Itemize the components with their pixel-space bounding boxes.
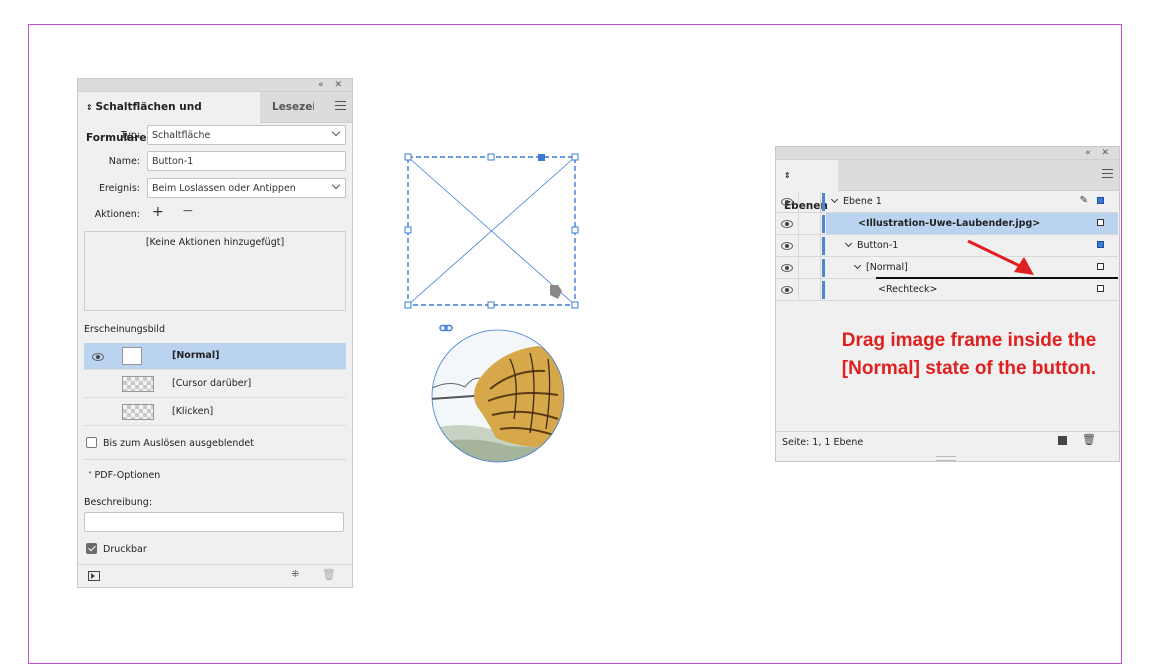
layer-row-ebene1[interactable]: Ebene 1 ✎ — [776, 191, 1118, 213]
panel-menu-icon[interactable] — [335, 101, 346, 110]
layer-row-button1[interactable]: Button-1 — [776, 235, 1118, 257]
layers-status: Seite: 1, 1 Ebene — [782, 437, 864, 448]
state-row-click[interactable]: [Klicken] — [84, 399, 346, 426]
name-label: Name: — [108, 156, 140, 167]
tab-row: ⇕ Ebenen — [776, 160, 1119, 212]
ereignis-label: Ereignis: — [98, 183, 140, 194]
trash-icon[interactable]: 🗑 — [322, 568, 336, 581]
beschreibung-label: Beschreibung: — [84, 497, 153, 508]
collapse-close-icons[interactable]: « ✕ — [318, 79, 346, 91]
preview-icon[interactable] — [88, 571, 100, 581]
aktionen-label: Aktionen: — [94, 209, 140, 220]
typ-label: Typ: — [120, 130, 140, 141]
druckbar-checkbox[interactable] — [86, 543, 97, 554]
actions-empty-text: [Keine Aktionen hinzugefügt] — [145, 237, 285, 248]
beschreibung-field[interactable] — [84, 512, 344, 532]
collapse-close-icons[interactable]: « ✕ — [1085, 147, 1113, 159]
divider — [78, 564, 352, 565]
layer-row-illustration[interactable]: <Illustration-Uwe-Laubender.jpg> — [776, 213, 1118, 235]
panel-menu-icon[interactable] — [1102, 169, 1113, 178]
eye-icon[interactable] — [781, 242, 793, 250]
state-thumbnail — [122, 347, 142, 365]
pen-icon: ✎ — [1079, 195, 1088, 206]
state-label: [Normal] — [172, 350, 220, 361]
selection-square-icon[interactable] — [1097, 219, 1104, 226]
layer-name: <Rechteck> — [878, 284, 938, 295]
chevron-down-icon — [331, 127, 341, 137]
divider — [776, 431, 1119, 432]
state-thumbnail — [122, 404, 154, 420]
panel-topbar: « ✕ — [78, 79, 352, 92]
selection-square-icon[interactable] — [1097, 263, 1104, 270]
resize-grip[interactable] — [936, 456, 956, 461]
annotation-arrow — [967, 239, 1034, 275]
remove-action-icon[interactable]: − — [182, 203, 194, 219]
layer-name: <Illustration-Uwe-Laubender.jpg> — [858, 218, 1041, 229]
selection-square-icon[interactable] — [1097, 197, 1104, 204]
trash-icon[interactable]: 🗑 — [1082, 433, 1096, 446]
state-label: [Cursor darüber] — [172, 378, 252, 389]
annotation-text: Drag image frame inside the [Normal] sta… — [841, 330, 1097, 379]
tab-layers[interactable]: ⇕ Ebenen — [776, 160, 838, 212]
eye-icon[interactable] — [781, 286, 793, 294]
divider — [84, 459, 346, 460]
add-action-icon[interactable]: + — [152, 204, 164, 220]
pdf-options-toggle[interactable]: ˅ PDF-Optionen — [88, 470, 160, 481]
state-row-rollover[interactable]: [Cursor darüber] — [84, 371, 346, 398]
selection-square-icon[interactable] — [1097, 285, 1104, 292]
chevron-down-icon — [853, 261, 862, 270]
state-row-normal[interactable]: [Normal] — [84, 343, 346, 370]
convert-to-button-icon[interactable]: ⁜ — [291, 569, 299, 580]
tab-expand-icon: ⇕ — [784, 171, 791, 180]
hidden-until-trigger-checkbox[interactable] — [86, 437, 97, 448]
eye-icon[interactable] — [781, 264, 793, 272]
eye-icon[interactable] — [781, 198, 793, 206]
tab-row: ⇕ Schaltflächen und Formulare Lesezeic — [78, 92, 352, 144]
illustration-image[interactable] — [430, 329, 566, 463]
eye-icon[interactable] — [781, 220, 793, 228]
chevron-down-icon — [331, 180, 341, 190]
selection-square-icon[interactable] — [1097, 241, 1104, 248]
chevron-down-icon — [830, 195, 839, 204]
layer-row-normal[interactable]: [Normal] — [776, 257, 1118, 279]
empty-frame[interactable] — [402, 151, 582, 311]
hidden-until-trigger-label: Bis zum Auslösen ausgeblendet — [103, 438, 254, 449]
buttons-forms-panel: « ✕ ⇕ Schaltflächen und Formulare Leseze… — [77, 78, 353, 588]
layer-name: Button-1 — [844, 239, 898, 251]
druckbar-label: Druckbar — [103, 544, 147, 555]
eye-icon[interactable] — [92, 353, 104, 361]
typ-select[interactable]: Schaltfläche — [147, 125, 346, 145]
actions-list: [Keine Aktionen hinzugefügt] — [84, 231, 346, 311]
tab-bookmarks[interactable]: Lesezeic — [272, 92, 314, 122]
ereignis-select[interactable]: Beim Loslassen oder Antippen — [147, 178, 346, 198]
panel-topbar: « ✕ — [776, 147, 1119, 160]
tab-buttons-forms[interactable]: ⇕ Schaltflächen und Formulare — [78, 92, 260, 144]
layers-panel: « ✕ ⇕ Ebenen Ebene 1 ✎ <Illustration-Uwe… — [775, 146, 1120, 462]
layer-row-rechteck[interactable]: <Rechteck> — [776, 279, 1118, 301]
chevron-down-icon — [844, 239, 853, 248]
state-thumbnail — [122, 376, 154, 392]
layer-name: [Normal] — [853, 261, 908, 273]
state-label: [Klicken] — [172, 406, 214, 417]
erscheinungsbild-label: Erscheinungsbild — [84, 324, 165, 335]
tab-expand-icon: ⇕ — [86, 103, 96, 112]
new-layer-icon[interactable] — [1058, 436, 1067, 445]
layer-name: Ebene 1 — [830, 195, 882, 207]
name-field[interactable]: Button-1 — [147, 151, 346, 171]
